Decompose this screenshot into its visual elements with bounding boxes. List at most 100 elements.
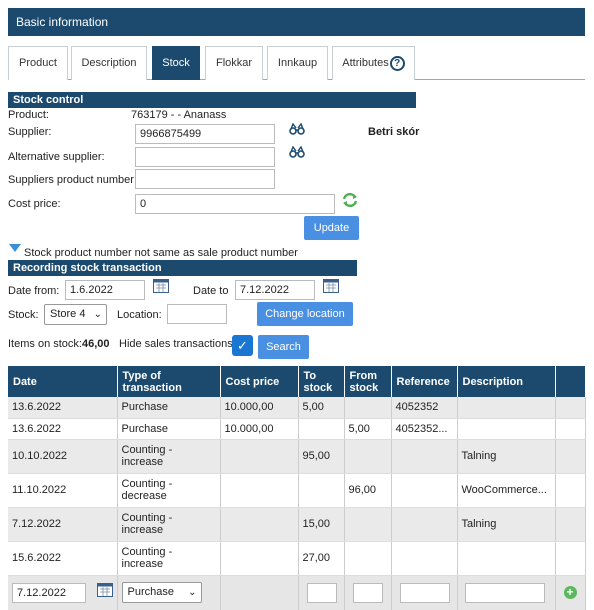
cost-price-label: Cost price: bbox=[8, 198, 61, 210]
cell-actions bbox=[555, 418, 586, 440]
tab-attributes[interactable]: Attributes? bbox=[332, 46, 415, 80]
table-row[interactable]: 10.10.2022 Counting - increase 95,00 Tal… bbox=[8, 439, 586, 474]
col-cost-price[interactable]: Cost price bbox=[220, 366, 299, 397]
recording-heading: Recording stock transaction bbox=[8, 260, 357, 276]
col-reference[interactable]: Reference bbox=[391, 366, 458, 397]
cell-from-stock bbox=[344, 439, 392, 474]
table-row[interactable]: 11.10.2022 Counting - decrease 96,00 Woo… bbox=[8, 473, 586, 508]
tab-attributes-label: Attributes bbox=[342, 57, 389, 69]
col-type[interactable]: Type of transaction bbox=[117, 366, 221, 397]
table-row[interactable]: 15.6.2022 Counting - increase 27,00 bbox=[8, 541, 586, 576]
cell-description: Talning bbox=[457, 507, 556, 542]
tab-flokkar[interactable]: Flokkar bbox=[205, 46, 263, 80]
hide-sales-checkbox[interactable]: ✓ bbox=[232, 335, 253, 356]
cell-date: 13.6.2022 bbox=[8, 418, 118, 440]
tab-description[interactable]: Description bbox=[71, 46, 147, 80]
alt-supplier-label: Alternative supplier: bbox=[8, 151, 105, 163]
refresh-icon[interactable] bbox=[342, 192, 358, 208]
date-to-input[interactable]: 7.12.2022 bbox=[235, 280, 315, 300]
cell-date: 13.6.2022 bbox=[8, 397, 118, 419]
supplier-input[interactable]: 9966875499 bbox=[135, 124, 275, 144]
cell-reference: 4052352... bbox=[391, 418, 458, 440]
cell-actions bbox=[555, 473, 586, 508]
cell-reference bbox=[391, 473, 458, 508]
new-add-cell: + bbox=[555, 575, 586, 610]
new-date-input[interactable]: 7.12.2022 bbox=[12, 582, 86, 603]
cell-date: 15.6.2022 bbox=[8, 541, 118, 576]
cell-description: Talning bbox=[457, 439, 556, 474]
stock-control-heading: Stock control bbox=[8, 92, 416, 108]
stock-label: Stock: bbox=[8, 309, 39, 321]
new-reference-input[interactable] bbox=[399, 582, 450, 603]
tab-stock[interactable]: Stock bbox=[152, 46, 200, 80]
cell-to-stock bbox=[298, 473, 345, 508]
cost-price-input[interactable]: 0 bbox=[135, 194, 335, 214]
cell-type: Counting - increase bbox=[117, 439, 221, 474]
triangle-down-icon[interactable] bbox=[9, 244, 21, 252]
cell-reference bbox=[391, 507, 458, 542]
cell-type: Purchase bbox=[117, 418, 221, 440]
supplier-product-number-input[interactable] bbox=[135, 169, 275, 189]
cell-actions bbox=[555, 507, 586, 542]
cell-cost bbox=[220, 439, 299, 474]
cell-description bbox=[457, 397, 556, 419]
new-from-stock-input[interactable] bbox=[352, 582, 383, 603]
cell-reference bbox=[391, 439, 458, 474]
cell-cost bbox=[220, 507, 299, 542]
binoculars-icon[interactable] bbox=[289, 123, 305, 135]
cell-from-stock bbox=[344, 397, 392, 419]
items-on-stock-value: 46,00 bbox=[82, 338, 110, 350]
notice-text: Stock product number not same as sale pr… bbox=[24, 247, 298, 259]
product-label: Product: bbox=[8, 109, 49, 121]
tab-product[interactable]: Product bbox=[8, 46, 68, 80]
calendar-icon[interactable] bbox=[153, 278, 169, 293]
col-actions bbox=[555, 366, 586, 397]
table-row[interactable]: 13.6.2022 Purchase 10.000,00 5,00 405235… bbox=[8, 418, 586, 440]
alt-supplier-input[interactable] bbox=[135, 147, 275, 167]
cell-actions bbox=[555, 397, 586, 419]
calendar-icon[interactable] bbox=[97, 582, 113, 597]
cell-to-stock: 5,00 bbox=[298, 397, 345, 419]
cell-date: 11.10.2022 bbox=[8, 473, 118, 508]
new-to-stock-cell bbox=[298, 575, 345, 610]
date-from-label: Date from: bbox=[8, 285, 60, 297]
date-to-label: Date to bbox=[193, 285, 229, 297]
product-value: 763179 - - Ananass bbox=[131, 109, 227, 121]
cell-type: Counting - increase bbox=[117, 541, 221, 576]
help-icon[interactable]: ? bbox=[389, 55, 405, 71]
new-cost-cell bbox=[220, 575, 299, 610]
change-location-button[interactable]: Change location bbox=[257, 302, 353, 326]
supplier-name: Betri skór bbox=[368, 126, 420, 138]
cell-from-stock bbox=[344, 541, 392, 576]
tab-innkaup[interactable]: Innkaup bbox=[267, 46, 328, 80]
cell-type: Counting - increase bbox=[117, 507, 221, 542]
table-row[interactable]: 13.6.2022 Purchase 10.000,00 5,00 405235… bbox=[8, 397, 586, 419]
search-button[interactable]: Search bbox=[258, 335, 309, 359]
col-from-stock[interactable]: From stock bbox=[344, 366, 392, 397]
cell-description bbox=[457, 418, 556, 440]
cell-actions bbox=[555, 439, 586, 474]
cell-date: 7.12.2022 bbox=[8, 507, 118, 542]
location-input[interactable] bbox=[167, 304, 227, 324]
new-description-input[interactable] bbox=[464, 582, 545, 603]
add-icon[interactable]: + bbox=[563, 586, 577, 599]
new-type-value: Purchase bbox=[127, 586, 174, 598]
binoculars-icon[interactable] bbox=[289, 146, 305, 158]
date-from-input[interactable]: 1.6.2022 bbox=[65, 280, 145, 300]
calendar-icon[interactable] bbox=[323, 278, 339, 293]
new-description-cell bbox=[457, 575, 556, 610]
cell-from-stock bbox=[344, 507, 392, 542]
col-description[interactable]: Description bbox=[457, 366, 556, 397]
col-to-stock[interactable]: To stock bbox=[298, 366, 345, 397]
location-label: Location: bbox=[117, 309, 162, 321]
stock-select[interactable]: Store 4 ⌄ bbox=[44, 304, 107, 325]
cell-cost: 10.000,00 bbox=[220, 397, 299, 419]
new-type-select[interactable]: Purchase ⌄ bbox=[121, 582, 202, 603]
new-to-stock-input[interactable] bbox=[306, 582, 337, 603]
cell-to-stock: 15,00 bbox=[298, 507, 345, 542]
col-date[interactable]: Date bbox=[8, 366, 118, 397]
cell-actions bbox=[555, 541, 586, 576]
table-header: Date Type of transaction Cost price To s… bbox=[8, 366, 586, 397]
update-button[interactable]: Update bbox=[304, 216, 359, 240]
table-row[interactable]: 7.12.2022 Counting - increase 15,00 Taln… bbox=[8, 507, 586, 542]
